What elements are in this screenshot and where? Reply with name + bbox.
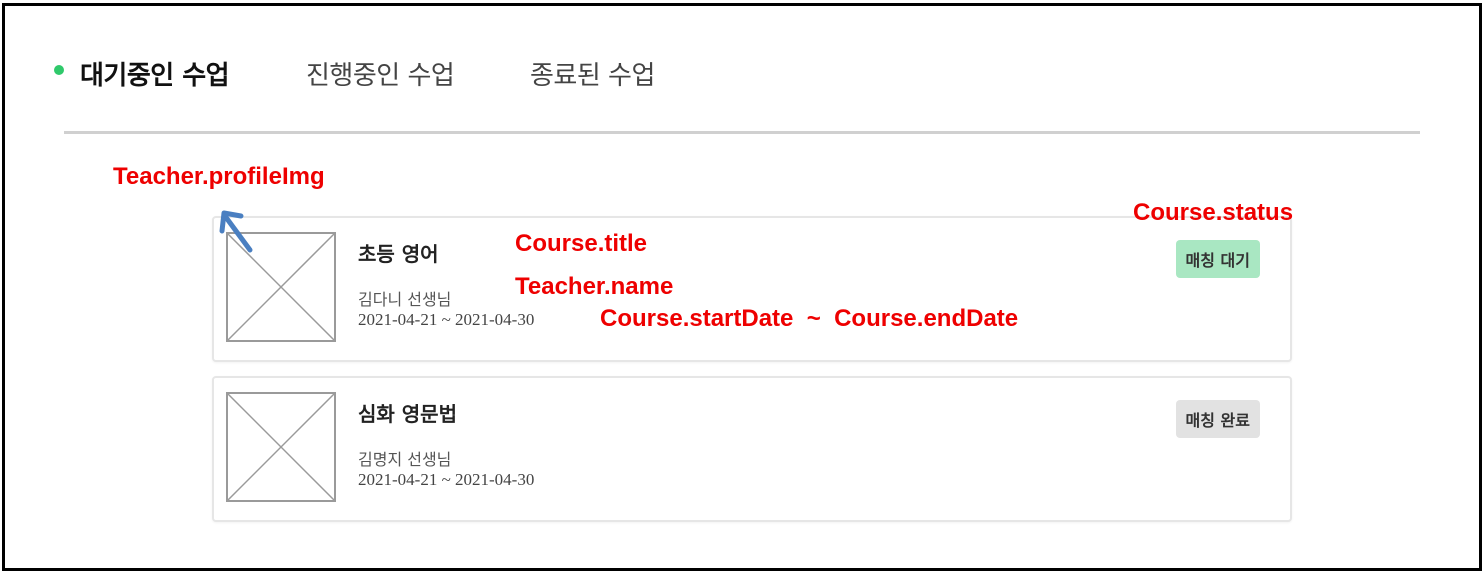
course-dates: 2021-04-21 ~ 2021-04-30 [358, 310, 535, 329]
annotation-course-status: Course.status [1133, 199, 1294, 226]
tab-finished-courses[interactable]: 종료된 수업 [530, 55, 655, 92]
active-tab-indicator-dot [54, 65, 64, 75]
teacher-name: 김명지 선생님 [358, 450, 452, 469]
teacher-name: 김다니 선생님 [358, 290, 452, 309]
status-badge: 매칭 완료 [1175, 400, 1260, 438]
status-badge: 매칭 대기 [1175, 240, 1260, 278]
arrow-up-left-icon [216, 204, 260, 260]
annotation-teacher-name: Teacher.name [515, 273, 674, 300]
tab-waiting-courses[interactable]: 대기중인 수업 [80, 55, 230, 92]
annotation-teacher-profile-img: Teacher.profileImg [113, 163, 325, 190]
course-card[interactable]: 심화 영문법 김명지 선생님 2021-04-21 ~ 2021-04-30 매… [212, 376, 1292, 522]
tab-divider [64, 131, 1420, 134]
course-title: 초등 영어 [358, 242, 439, 266]
image-placeholder-icon [226, 392, 336, 502]
course-card[interactable]: 초등 영어 김다니 선생님 2021-04-21 ~ 2021-04-30 매칭… [212, 216, 1292, 362]
course-title: 심화 영문법 [358, 402, 457, 426]
tab-ongoing-courses[interactable]: 진행중인 수업 [306, 55, 455, 92]
annotation-course-dates: Course.startDate ~ Course.endDate [600, 305, 1019, 332]
course-dates: 2021-04-21 ~ 2021-04-30 [358, 470, 535, 489]
annotation-course-title: Course.title [515, 230, 648, 257]
